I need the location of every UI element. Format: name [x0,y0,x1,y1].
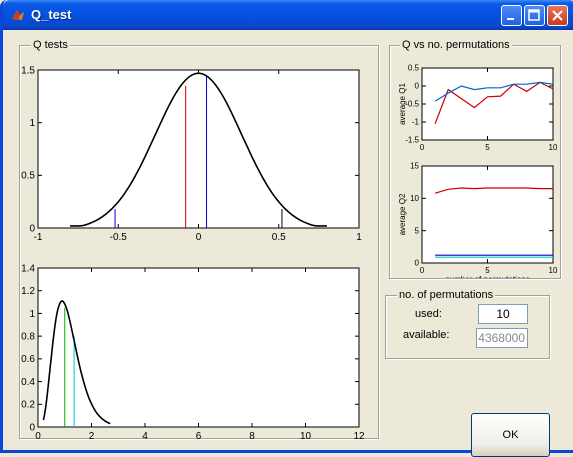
maximize-button[interactable] [524,5,545,26]
x-tick-label: 4 [142,431,148,440]
plot-area [37,267,360,428]
y-tick-label: 1.5 [21,65,35,76]
y-tick-label: -1.5 [405,136,419,145]
client-area: Q tests Q vs no. permutations no. of per… [6,30,573,457]
x-tick-label: 0 [420,143,425,152]
close-button[interactable] [547,5,568,26]
x-axis-label: number of permutations [445,275,530,278]
y-tick-label: 0.5 [408,64,420,73]
x-tick-label: 5 [485,266,490,275]
title-bar[interactable]: Q_test [3,0,573,30]
x-tick-label: 2 [89,431,95,440]
average-q1-chart: 0 5 10 -1.5 -1 -0.5 0 0.5 average Q1 [398,64,558,152]
x-tick-label: -0.5 [110,232,128,243]
y-tick-label: -1 [412,118,420,127]
maximize-icon [528,9,540,21]
y-axis-label: average Q2 [398,193,407,235]
x-tick-label: 0 [196,232,202,243]
window-title: Q_test [31,7,72,22]
y-tick-label: 1 [29,309,35,320]
y-axis-label: average Q1 [398,83,407,125]
y-tick-label: 15 [410,162,419,171]
y-tick-label: 0.8 [21,331,35,342]
y-tick-label: 0.2 [21,400,35,411]
q-distribution-chart: -1 -0.5 0 0.5 100.511.5 [21,65,362,243]
x-tick-label: 0 [420,266,425,275]
x-tick-label: 0 [35,431,41,440]
available-label: available: [403,329,450,341]
x-tick-label: 10 [300,431,312,440]
plot-area [421,67,554,141]
close-icon [552,10,563,21]
x-tick-label: 10 [549,266,558,275]
plot-area [421,165,554,264]
y-tick-label: 1.2 [21,286,35,297]
app-window: Q_test Q tests Q vs no. permutations no.… [0,0,573,457]
x-tick-label: 5 [485,143,490,152]
minimize-icon [507,18,514,20]
y-tick-label: 0 [29,422,35,433]
used-field[interactable]: 10 [478,304,528,324]
y-tick-label: 10 [410,194,419,203]
q2-distribution-chart: 0 2 4 6 8 10 12 0 0.2 0.4 0.6 0.8 1 1.2 1.4 [21,263,365,440]
x-tick-label: 8 [249,431,255,440]
ok-button[interactable]: OK [471,413,550,457]
y-tick-label: 0.6 [21,354,35,365]
minimize-button[interactable] [501,5,522,26]
y-tick-label: 0 [415,259,420,268]
x-tick-label: 10 [549,143,558,152]
available-field: 4368000 [476,328,528,348]
x-tick-label: 6 [196,431,202,440]
y-tick-label: 5 [415,226,420,235]
y-tick-label: 0.4 [21,377,35,388]
used-label: used: [415,308,442,320]
y-tick-label: 0.5 [21,171,35,182]
q-vs-permutations-label: Q vs no. permutations [400,39,512,51]
matlab-icon [12,10,24,20]
permutations-label: no. of permutations [397,289,496,301]
y-tick-label: 0 [415,82,420,91]
x-tick-label: 1 [356,232,362,243]
plot-area [37,69,360,229]
y-tick-label: 0 [29,223,35,234]
y-tick-label: 1.4 [21,263,35,274]
y-tick-label: -0.5 [405,100,419,109]
x-tick-label: 0.5 [272,232,286,243]
average-q2-chart: 0 5 10 0 5 10 15 average Q2 number of permutatio… [398,162,558,278]
y-tick-label: 1 [29,118,35,129]
x-tick-label: 12 [353,431,365,440]
